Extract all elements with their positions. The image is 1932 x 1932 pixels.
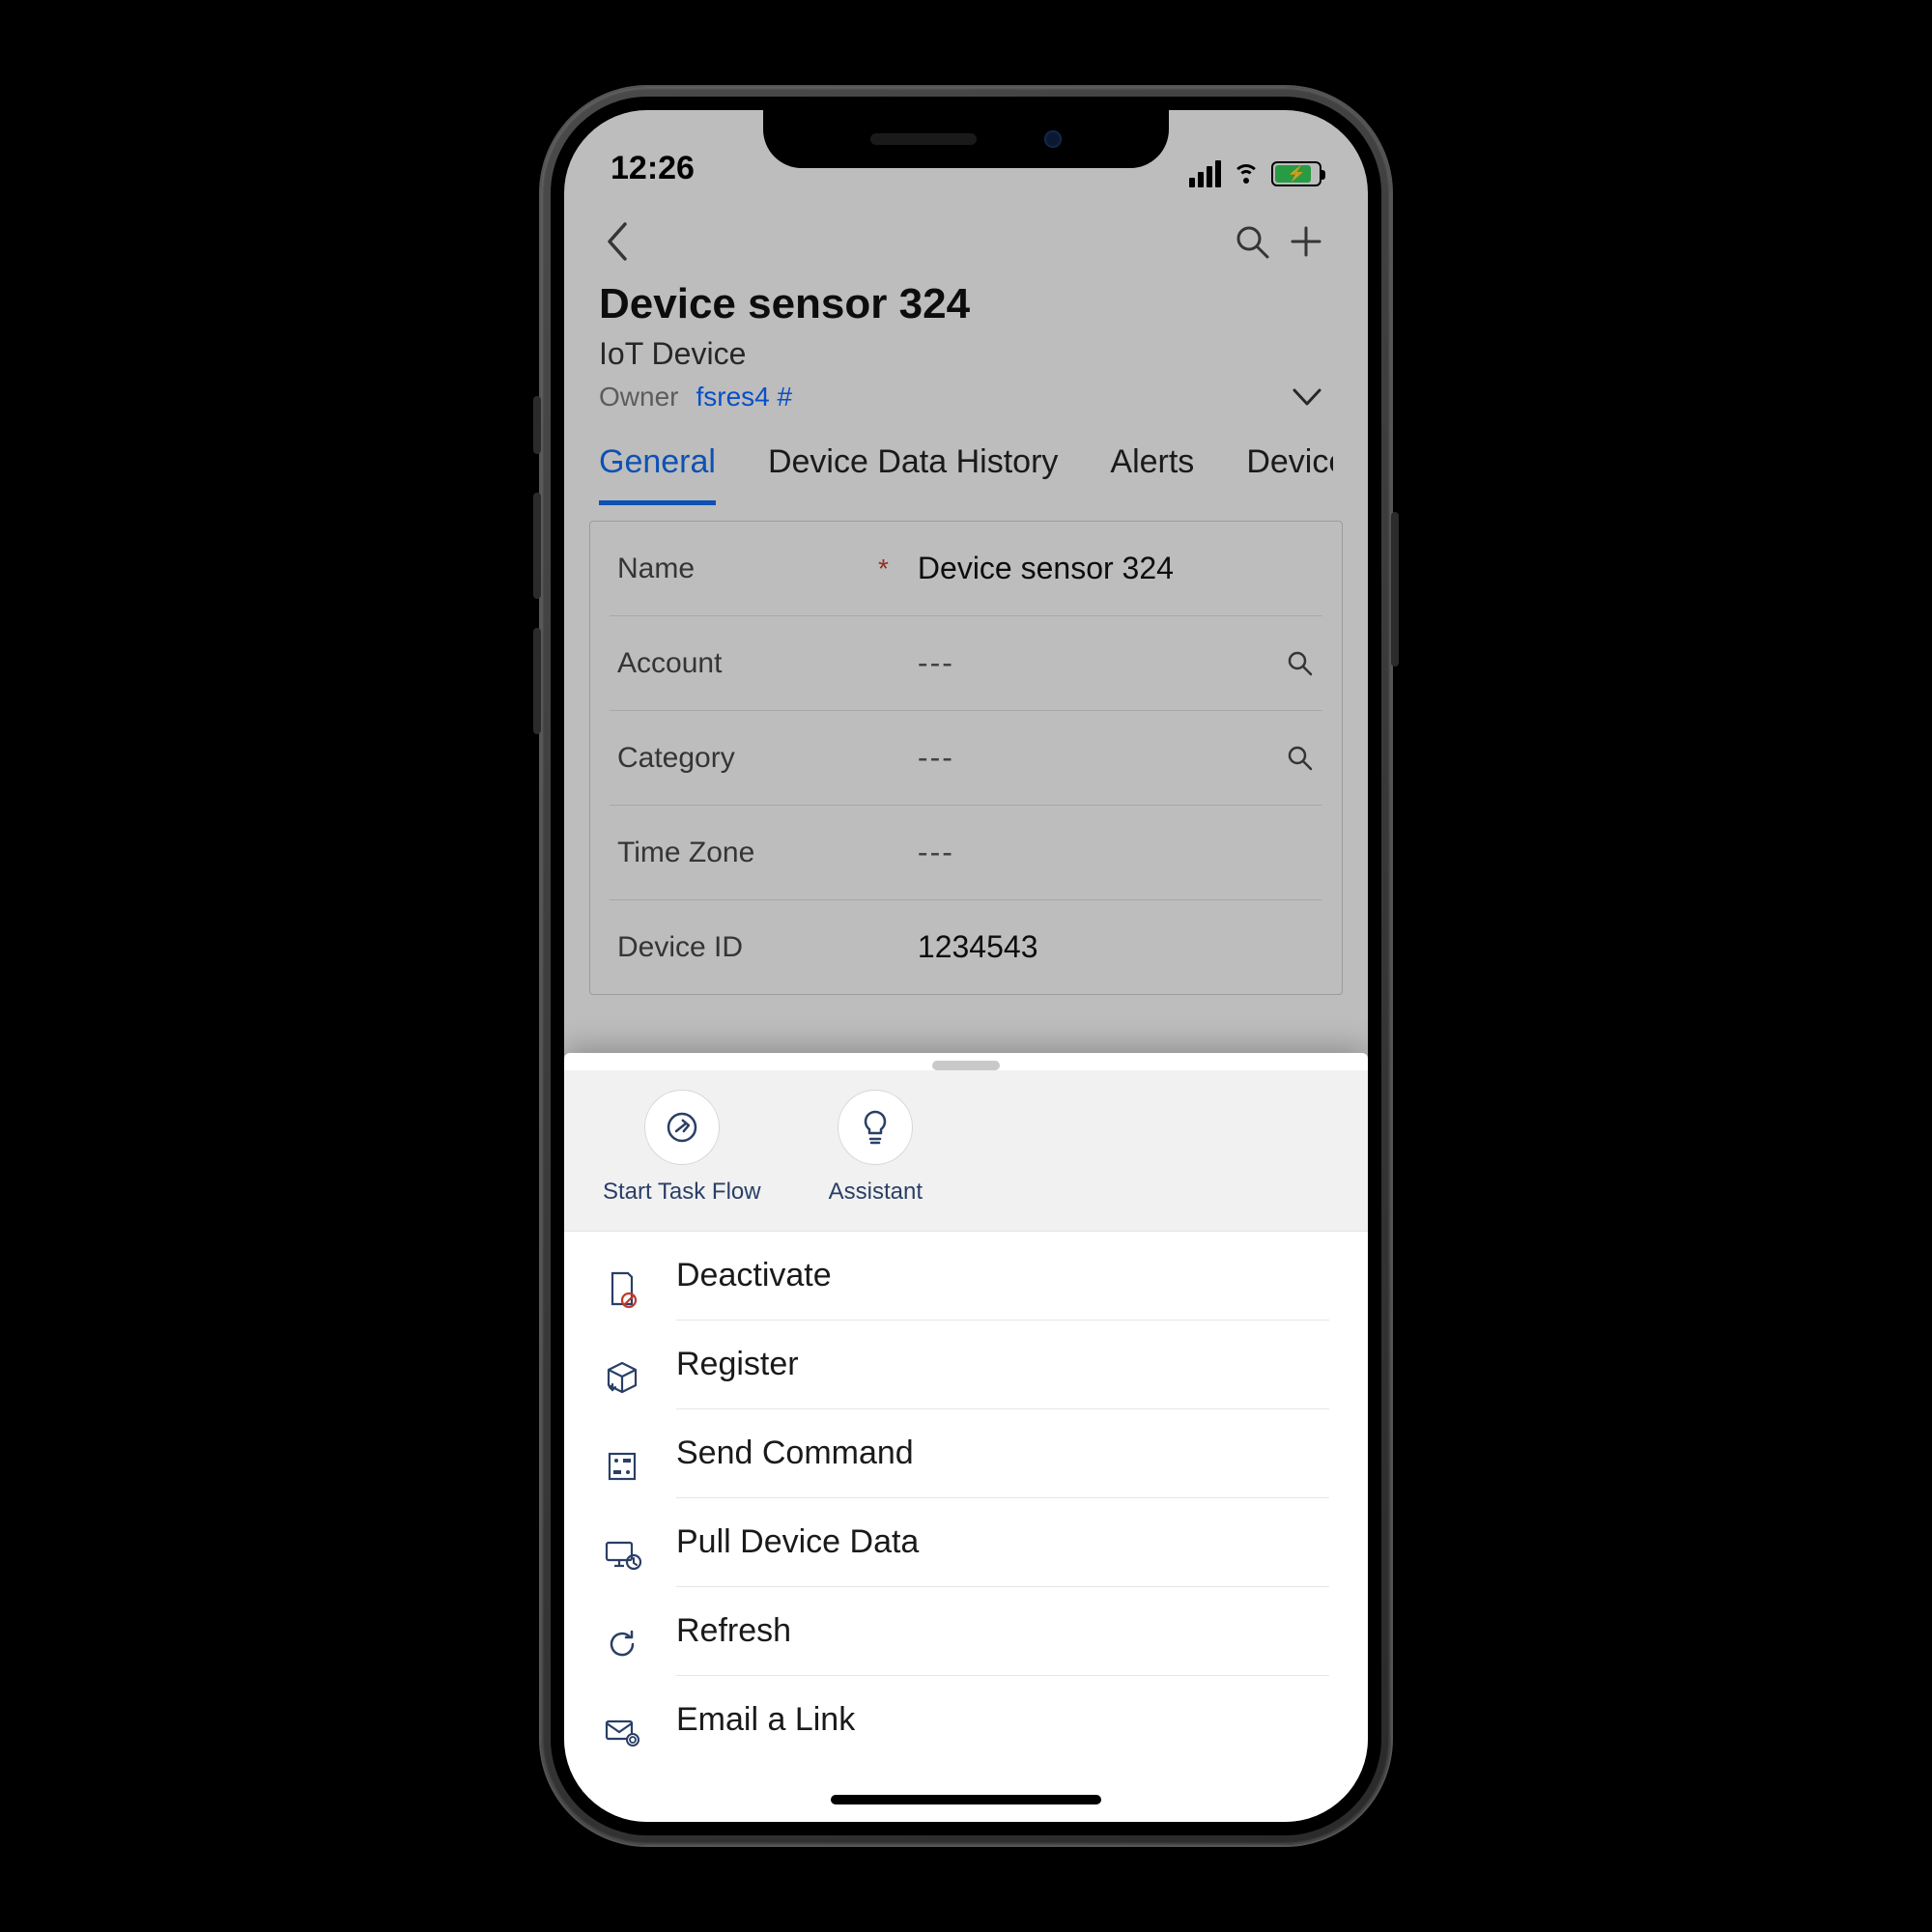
action-label: Pull Device Data — [676, 1523, 1329, 1587]
action-label: Register — [676, 1346, 1329, 1409]
quick-start-task-flow[interactable]: Start Task Flow — [603, 1090, 761, 1206]
action-deactivate[interactable]: Deactivate — [564, 1232, 1368, 1321]
action-register[interactable]: Register — [564, 1321, 1368, 1409]
deactivate-icon — [605, 1269, 639, 1308]
command-icon — [606, 1450, 639, 1483]
action-label: Email a Link — [676, 1701, 1329, 1764]
power-button — [1391, 512, 1399, 667]
volume-up-button — [533, 493, 541, 599]
action-label: Refresh — [676, 1612, 1329, 1676]
action-label: Send Command — [676, 1435, 1329, 1498]
quick-assistant[interactable]: Assistant — [829, 1090, 923, 1206]
action-email-link[interactable]: Email a Link — [564, 1676, 1368, 1764]
pull-data-icon — [603, 1539, 641, 1572]
package-icon — [604, 1359, 640, 1396]
notch — [763, 110, 1169, 168]
mute-switch — [533, 396, 541, 454]
quick-action-label: Assistant — [829, 1179, 923, 1206]
task-flow-icon — [663, 1108, 701, 1147]
home-indicator[interactable] — [831, 1795, 1101, 1804]
quick-action-label: Start Task Flow — [603, 1179, 761, 1206]
email-link-icon — [604, 1719, 640, 1747]
action-sheet: Start Task Flow Assistant Deact — [564, 1053, 1368, 1822]
refresh-icon — [606, 1628, 639, 1661]
action-refresh[interactable]: Refresh — [564, 1587, 1368, 1676]
action-pull-device-data[interactable]: Pull Device Data — [564, 1498, 1368, 1587]
lightbulb-icon — [858, 1108, 893, 1147]
sheet-grabber[interactable] — [932, 1061, 1000, 1070]
action-send-command[interactable]: Send Command — [564, 1409, 1368, 1498]
phone-frame: 12:26 ⚡ — [541, 87, 1391, 1845]
action-label: Deactivate — [676, 1257, 1329, 1321]
volume-down-button — [533, 628, 541, 734]
